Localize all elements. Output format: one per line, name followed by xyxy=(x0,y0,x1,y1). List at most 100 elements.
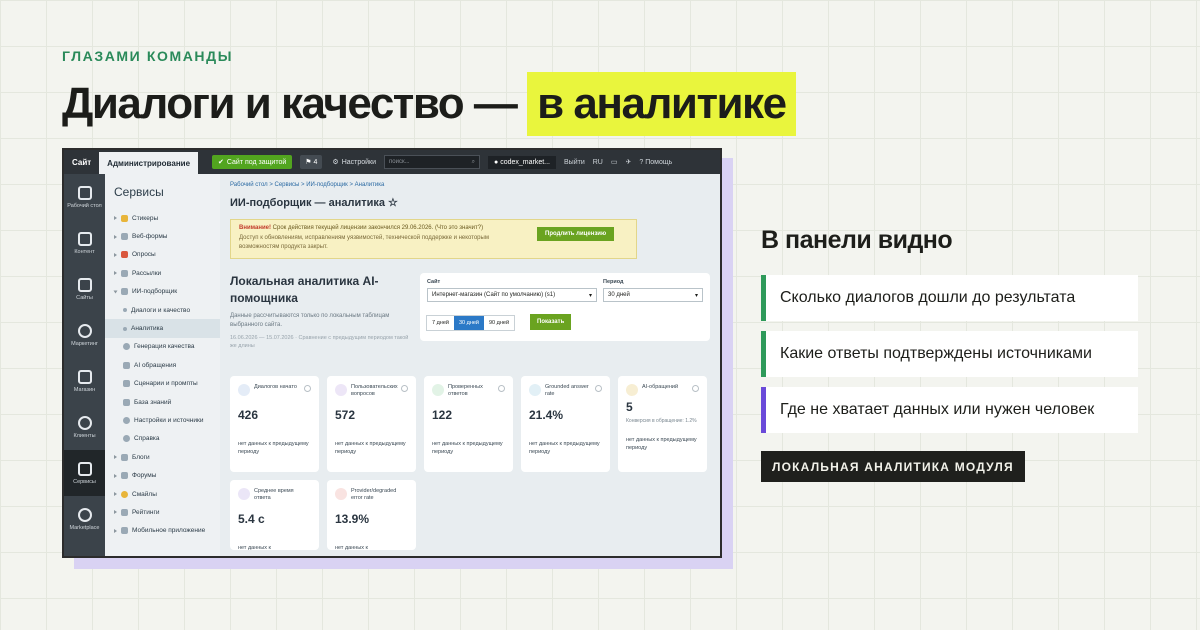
sidebar-item-dialogs[interactable]: Диалоги и качество xyxy=(105,301,220,319)
info-icon[interactable] xyxy=(401,385,408,392)
info-icon[interactable] xyxy=(304,385,311,392)
protected-button[interactable]: ✔ Сайт под защитой xyxy=(212,155,293,169)
rail-label: Контент xyxy=(74,248,95,255)
sidebar-item-label: Мобильное приложение xyxy=(132,527,206,535)
info-icon[interactable] xyxy=(595,385,602,392)
headline: Диалоги и качество — в аналитике xyxy=(62,72,796,136)
expand-icon xyxy=(114,492,117,497)
rail-item-desktop[interactable]: Рабочий стол xyxy=(64,174,105,220)
sidebar-item-scenarios[interactable]: Сценарии и промпты xyxy=(105,375,220,393)
show-button[interactable]: Показать xyxy=(530,314,572,330)
mail-icon xyxy=(121,269,128,277)
metric-card: Проверенных ответов 122 нет данных к преды… xyxy=(424,376,513,472)
info-icon[interactable] xyxy=(498,385,505,392)
notifications-button[interactable]: ⚑ 4 xyxy=(300,155,323,169)
sidebar-item-ai-requests[interactable]: AI обращения xyxy=(105,356,220,374)
sidebar-item-polls[interactable]: Опросы xyxy=(105,246,220,264)
smile-icon xyxy=(121,490,128,498)
sidebar-item-label: AI обращения xyxy=(134,361,177,369)
forum-icon xyxy=(121,472,128,480)
period-value: 30 дней xyxy=(608,292,630,298)
rail-item-marketplace[interactable]: Marketplace xyxy=(64,496,105,542)
sidebar-item-label: База знаний xyxy=(134,398,172,406)
rail-label: Marketplace xyxy=(69,524,100,531)
expand-icon xyxy=(114,252,117,257)
sidebar-item-mailings[interactable]: Рассылки xyxy=(105,264,220,282)
sidebar-item-quality[interactable]: Генерация качества xyxy=(105,338,220,356)
user-menu[interactable]: ● codex_market... xyxy=(488,155,557,169)
settings-button[interactable]: ⚙ Настройки xyxy=(332,158,376,167)
renew-license-button[interactable]: Продлить лицензию xyxy=(537,227,615,241)
admin-topbar: Сайт Администрирование ✔ Сайт под защито… xyxy=(64,150,720,174)
expand-icon xyxy=(114,528,117,533)
site-select[interactable]: Интернет-магазин (Сайт по умолчанию) (s1… xyxy=(427,288,597,302)
language-select[interactable]: RU xyxy=(593,159,603,166)
search-input[interactable]: поиск... ⌕ xyxy=(384,155,481,169)
period-select[interactable]: 30 дней ▾ xyxy=(603,288,703,302)
admin-screenshot: Сайт Администрирование ✔ Сайт под защито… xyxy=(62,148,722,558)
star-icon[interactable]: ☆ xyxy=(388,197,398,209)
layers-icon xyxy=(77,461,92,476)
sidebar-item-label: Стикеры xyxy=(132,214,159,222)
local-analytics-intro: Локальная аналитика AI-помощника Данные … xyxy=(230,273,410,350)
mobile-icon xyxy=(121,527,128,535)
tab-admin[interactable]: Администрирование xyxy=(99,152,199,174)
module-badge: ЛОКАЛЬНАЯ АНАЛИТИКА МОДУЛЯ xyxy=(761,451,1025,482)
rail-label: Сервисы xyxy=(73,478,96,485)
chevron-down-icon: ▾ xyxy=(694,292,698,299)
sidebar-item-smiles[interactable]: Смайлы xyxy=(105,485,220,503)
card-title: Grounded answer rate xyxy=(545,384,589,397)
help-button[interactable]: ? Помощь xyxy=(639,159,672,166)
sidebar-item-ai-picker[interactable]: ИИ-подборщик xyxy=(105,283,220,301)
sidebar-item-settings[interactable]: Настройки и источники xyxy=(105,411,220,429)
clipboard-icon xyxy=(626,384,638,396)
sidebar-item-mobile-app[interactable]: Мобильное приложение xyxy=(105,522,220,540)
users-icon xyxy=(77,415,92,430)
expand-icon xyxy=(114,473,117,478)
user-name: codex_market... xyxy=(500,158,551,166)
rail-item-services[interactable]: Сервисы xyxy=(64,450,105,496)
check-icon xyxy=(432,384,444,396)
sidebar-item-analytics[interactable]: Аналитика xyxy=(105,319,220,338)
rail-label: Рабочий стол xyxy=(67,202,102,209)
rail-item-content[interactable]: Контент xyxy=(64,220,105,266)
card-value: 13.9% xyxy=(335,512,370,526)
left-rail: Рабочий стол Контент Сайты Маркетинг Маг… xyxy=(64,174,105,556)
sidebar-item-blogs[interactable]: Блоги xyxy=(105,448,220,466)
card-foot: нет данных к xyxy=(335,545,368,551)
gear-icon: ⚙ xyxy=(332,159,339,166)
local-analytics-date: 16.06.2026 — 15.07.2026 · Сравнение с пр… xyxy=(230,335,409,349)
segment-30-days[interactable]: 30 дней xyxy=(453,316,484,330)
card-title: Проверенных ответов xyxy=(448,384,483,397)
sidebar-item-stickers[interactable]: Стикеры xyxy=(105,209,220,227)
expand-icon xyxy=(114,234,117,239)
card-title: Среднее время ответа xyxy=(254,488,294,501)
rail-item-sites[interactable]: Сайты xyxy=(64,266,105,312)
rail-item-shop[interactable]: Магазин xyxy=(64,358,105,404)
sidebar-item-ratings[interactable]: Рейтинги xyxy=(105,503,220,521)
sidebar-item-label: Аналитика xyxy=(131,325,164,333)
gear-icon xyxy=(123,416,130,424)
page-title: ИИ-подборщик — аналитика ☆ xyxy=(230,196,710,209)
sidebar-item-webforms[interactable]: Веб-формы xyxy=(105,227,220,245)
check-circle-icon xyxy=(123,343,130,351)
rail-item-marketing[interactable]: Маркетинг xyxy=(64,312,105,358)
sidebar-item-knowledge[interactable]: База знаний xyxy=(105,393,220,411)
breadcrumb[interactable]: Рабочий стол > Сервисы > ИИ-подборщик > … xyxy=(230,182,710,188)
pin-icon[interactable]: ✈ xyxy=(626,158,632,166)
logout-link[interactable]: Выйти xyxy=(564,159,585,166)
sidebar-item-help[interactable]: Справка xyxy=(105,430,220,448)
segment-7-days[interactable]: 7 дней xyxy=(427,316,454,330)
chart-icon xyxy=(529,384,541,396)
info-icon[interactable] xyxy=(692,385,699,392)
period-filter: Период 30 дней ▾ xyxy=(603,279,703,302)
tab-site[interactable]: Сайт xyxy=(64,158,99,167)
segment-90-days[interactable]: 90 дней xyxy=(484,316,514,330)
sidebar-item-forums[interactable]: Форумы xyxy=(105,466,220,484)
window-icon[interactable]: ▭ xyxy=(611,158,618,166)
metric-card: Диалогов начато 426 нет данных к предыдуще… xyxy=(230,376,319,472)
document-icon xyxy=(77,231,92,246)
rail-item-clients[interactable]: Клиенты xyxy=(64,404,105,450)
rail-label: Клиенты xyxy=(73,432,96,439)
local-analytics-subtitle: Данные рассчитываются только по локальны… xyxy=(230,313,390,328)
